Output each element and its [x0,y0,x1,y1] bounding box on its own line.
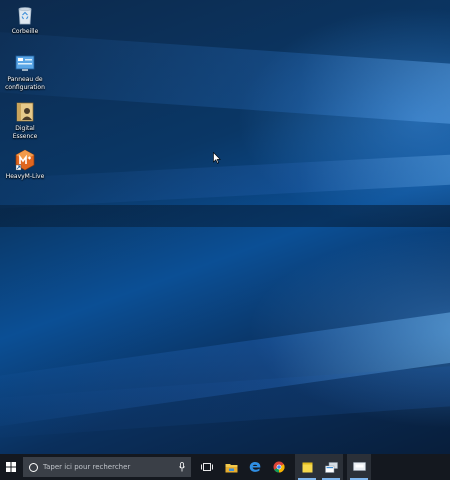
digital-essence-icon [16,102,34,122]
taskbar-app-window[interactable] [319,454,343,480]
screen-icon [352,462,366,471]
taskbar-sticky-notes[interactable] [295,454,319,480]
search-placeholder: Taper ici pour rechercher [43,463,131,471]
taskbar-file-explorer[interactable] [219,454,243,480]
sticky-notes-icon [302,462,312,472]
file-explorer-icon [225,463,237,472]
light-beam [0,150,450,212]
taskbar-chrome[interactable] [267,454,291,480]
cortana-icon [29,462,38,472]
app-window-icon [324,461,338,473]
windows-logo-icon [6,462,16,472]
task-view-icon [201,463,213,471]
start-button[interactable] [0,454,22,480]
desktop-icon-control-panel[interactable]: Panneau de configuration [3,52,47,92]
desktop-icon-recycle-bin[interactable]: Corbeille [3,4,47,36]
light-beam [0,28,450,130]
taskbar-edge[interactable] [243,454,267,480]
microphone-icon[interactable] [179,462,185,472]
desktop-icon-label: HeavyM-Live [5,173,45,180]
mouse-cursor-icon [213,152,221,164]
desktop-icon-label: Panneau de configuration [5,76,45,91]
chrome-icon [273,461,285,473]
heavym-live-icon [15,149,35,171]
task-view-button[interactable] [195,454,219,480]
desktop-icon-digital-essence[interactable]: Digital Essence [3,101,47,141]
search-box[interactable]: Taper ici pour rechercher [23,457,191,477]
desktop-icon-label: Digital Essence [12,125,38,140]
taskbar: Taper ici pour rechercher [0,454,450,480]
desktop-background: Corbeille Panneau de configuration Digit… [0,0,450,454]
edge-icon [249,462,261,472]
control-panel-icon [15,55,35,71]
recycle-bin-icon [18,7,32,25]
desktop-icon-heavym-live[interactable]: HeavyM-Live [3,149,47,181]
taskbar-screen-app[interactable] [347,454,371,480]
shadow-band [0,205,450,227]
desktop-icon-label: Corbeille [11,28,39,35]
